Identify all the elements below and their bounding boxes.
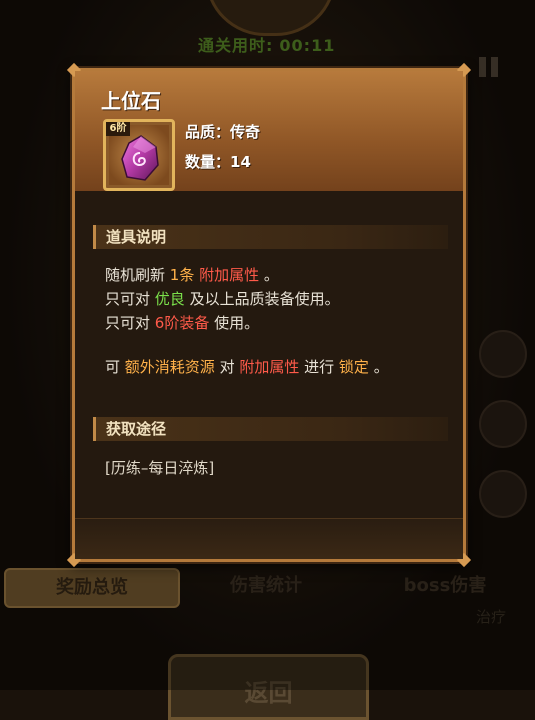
desc-text: 进行 (299, 358, 339, 376)
desc-highlight: 附加属性 (199, 266, 260, 284)
desc-line-1: 随机刷新 1条 附加属性 。 (105, 263, 389, 287)
section-acquisition: 获取途径 (93, 417, 448, 441)
item-meta: 品质：传奇 数量：14 (185, 121, 260, 181)
desc-highlight: 锁定 (338, 358, 369, 376)
desc-line-3: 只可对 6阶装备 使用。 (105, 311, 389, 335)
desc-highlight: 附加属性 (239, 358, 300, 376)
item-icon-frame: 6阶 (103, 119, 175, 191)
section-item-description: 道具说明 (93, 225, 448, 249)
quantity-label: 数量： (185, 153, 231, 171)
desc-text: 对 (214, 358, 240, 376)
item-name: 上位石 (101, 89, 161, 113)
desc-line-4: 可 额外消耗资源 对 附加属性 进行 锁定 。 (105, 355, 389, 379)
desc-highlight: 6阶装备 (154, 314, 210, 332)
desc-text: 及以上品质装备使用。 (184, 290, 340, 308)
quality-label: 品质： (185, 123, 231, 141)
quality-row: 品质：传奇 (185, 121, 260, 142)
desc-text: 只可对 (105, 290, 155, 308)
desc-spacer (105, 335, 389, 355)
quality-value: 传奇 (230, 123, 261, 141)
popup-footer (75, 518, 463, 559)
item-description: 随机刷新 1条 附加属性 。 只可对 优良 及以上品质装备使用。 只可对 6阶装… (105, 263, 389, 379)
desc-line-2: 只可对 优良 及以上品质装备使用。 (105, 287, 389, 311)
popup-header: 上位石 6阶 品质：传奇 数量：14 (75, 71, 463, 191)
desc-text: 只可对 (105, 314, 155, 332)
desc-highlight: 额外消耗资源 (124, 358, 215, 376)
acquisition-source-link[interactable]: [历练–每日淬炼] (105, 457, 214, 478)
tier-badge: 6阶 (106, 122, 130, 136)
quantity-value: 14 (230, 153, 251, 171)
desc-highlight: 1条 (169, 266, 195, 284)
purple-rune-gem-icon (121, 135, 159, 181)
quantity-row: 数量：14 (185, 151, 260, 172)
desc-text: 。 (259, 266, 279, 284)
desc-highlight: 优良 (154, 290, 185, 308)
desc-text: 随机刷新 (105, 266, 170, 284)
desc-text: 使用。 (209, 314, 260, 332)
desc-text: 。 (368, 358, 389, 376)
item-detail-popup: 上位石 6阶 品质：传奇 数量：14 道具说明 随机刷新 1条 附加属性 。 只… (66, 62, 472, 568)
section-title: 道具说明 (106, 228, 167, 246)
desc-text: 可 (105, 358, 125, 376)
section-title: 获取途径 (106, 420, 167, 438)
